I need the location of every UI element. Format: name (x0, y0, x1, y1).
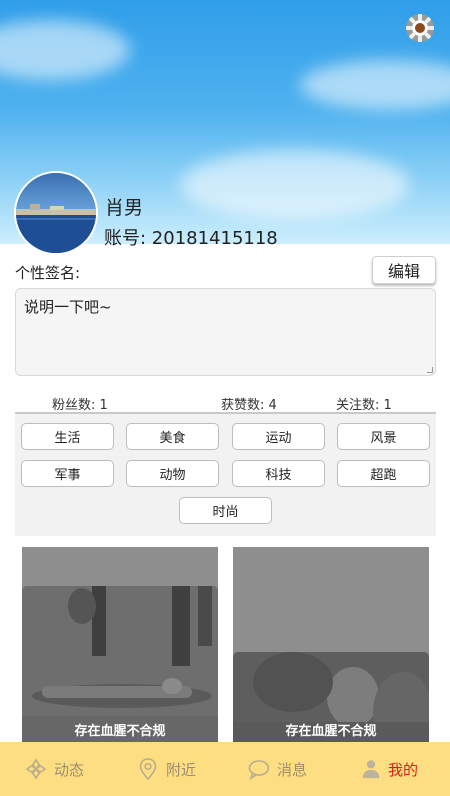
fans-count: 粉丝数: 1 (52, 398, 108, 413)
tab-moments-label: 动态 (54, 760, 85, 779)
post-feed: 存在血腥不合规 存在血腥不合规 (0, 536, 450, 753)
likes-count: 获赞数: 4 (221, 398, 277, 413)
avatar[interactable] (14, 171, 98, 255)
content-warning: 存在血腥不合规 (74, 724, 166, 739)
user-name: 肖男 (105, 197, 144, 219)
post-card[interactable]: 存在血腥不合规 (233, 547, 429, 753)
interest-tags: 生活 美食 运动 风景 军事 动物 科技 超跑 时尚 (15, 414, 436, 536)
stats-row: 粉丝数: 1 获赞数: 4 关注数: 1 (15, 392, 436, 414)
message-bubble-icon (248, 760, 270, 780)
resize-handle-icon[interactable] (427, 367, 433, 373)
account-number: 账号: 20181415118 (104, 228, 278, 249)
tag-button[interactable]: 生活 (21, 423, 114, 450)
tab-me[interactable]: 我的 (360, 742, 418, 796)
tab-messages-label: 消息 (277, 760, 308, 779)
tag-button[interactable]: 风景 (337, 423, 430, 450)
location-pin-icon (139, 758, 157, 781)
tag-button[interactable]: 时尚 (179, 497, 272, 524)
tab-messages[interactable]: 消息 (247, 742, 307, 796)
post-card-top (22, 547, 218, 587)
sky-cloud (300, 60, 450, 110)
person-icon (362, 760, 380, 779)
tag-button[interactable]: 军事 (21, 460, 114, 487)
tag-button[interactable]: 美食 (126, 423, 219, 450)
bottom-tab-bar: 动态 附近 消息 我的 (0, 742, 450, 796)
tag-button[interactable]: 超跑 (337, 460, 430, 487)
tag-button[interactable]: 运动 (232, 423, 325, 450)
edit-button[interactable]: 编辑 (372, 256, 436, 284)
tag-button[interactable]: 科技 (232, 460, 325, 487)
follows-count: 关注数: 1 (336, 398, 392, 413)
tab-me-label: 我的 (388, 760, 419, 779)
sky-cloud (180, 150, 410, 220)
moments-icon (25, 758, 47, 780)
post-card[interactable]: 存在血腥不合规 (22, 547, 218, 753)
sky-cloud (0, 20, 130, 80)
tab-nearby[interactable]: 附近 (136, 742, 196, 796)
post-card-top (233, 547, 429, 653)
content-warning: 存在血腥不合规 (285, 724, 377, 739)
signature-text: 说明一下吧~ (24, 298, 112, 316)
tag-button[interactable]: 动物 (126, 460, 219, 487)
tab-nearby-label: 附近 (166, 760, 197, 779)
settings-gear-icon[interactable] (404, 12, 436, 44)
tab-moments[interactable]: 动态 (24, 742, 84, 796)
signature-label: 个性签名: (15, 264, 81, 282)
signature-textarea[interactable]: 说明一下吧~ (15, 288, 436, 376)
